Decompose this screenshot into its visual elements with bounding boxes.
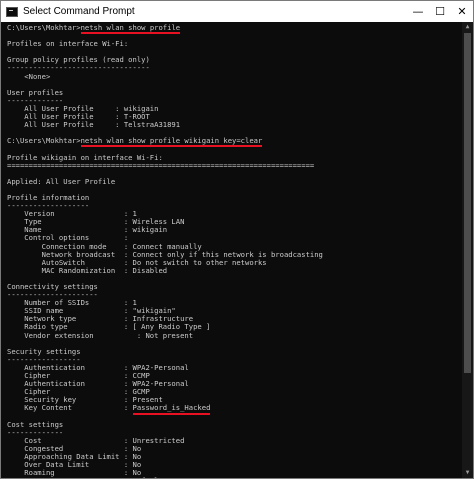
close-button[interactable]: ✕ <box>451 1 473 22</box>
highlighted-text: netsh wlan show profile <box>80 23 181 35</box>
console-line: <None> <box>7 71 51 81</box>
console-line: User profiles <box>7 87 64 97</box>
scroll-down-arrow-icon[interactable]: ▼ <box>462 468 473 478</box>
scroll-thumb[interactable] <box>464 33 471 373</box>
console-line: Key Content : Password_is_Hacked <box>7 403 463 415</box>
title-bar[interactable]: Select Command Prompt — ☐ ✕ <box>1 1 473 22</box>
console-line: Cost settings <box>7 419 64 429</box>
minimize-button[interactable]: — <box>407 1 429 22</box>
console-line-prefix: C:\Users\Mokhtar> <box>7 136 81 146</box>
highlighted-text: netsh wlan show profile wikigain key=cle… <box>80 137 263 148</box>
console-output[interactable]: C:\Users\Mokhtar>netsh wlan show profile… <box>1 22 463 478</box>
command-prompt-icon <box>6 6 18 17</box>
scroll-up-arrow-icon[interactable]: ▲ <box>462 22 473 32</box>
maximize-button[interactable]: ☐ <box>429 1 451 22</box>
console-line-prefix: C:\Users\Mokhtar> <box>7 23 81 32</box>
console-line: Vendor extension : Not present <box>7 330 194 340</box>
console-line: C:\Users\Mokhtar>netsh wlan show profile <box>7 23 463 35</box>
highlighted-text: Password_is_Hacked <box>132 404 211 415</box>
console-line: All User Profile : TelstraA31891 <box>7 120 181 130</box>
console-line: MAC Randomization : Disabled <box>7 265 168 275</box>
console-line-prefix: Key Content : <box>7 403 133 413</box>
window-title: Select Command Prompt <box>23 6 135 17</box>
console-line: Applied: All User Profile <box>7 176 116 186</box>
console-line: --------------------------------- <box>7 63 150 73</box>
vertical-scrollbar[interactable]: ▲ ▼ <box>462 22 473 478</box>
console-line: C:\Users\Mokhtar>netsh wlan show profile… <box>7 136 463 148</box>
command-prompt-window: Select Command Prompt — ☐ ✕ C:\Users\Mok… <box>0 0 474 479</box>
console-line: ========================================… <box>7 160 315 170</box>
console-line: Profiles on interface Wi-Fi: <box>7 39 129 49</box>
